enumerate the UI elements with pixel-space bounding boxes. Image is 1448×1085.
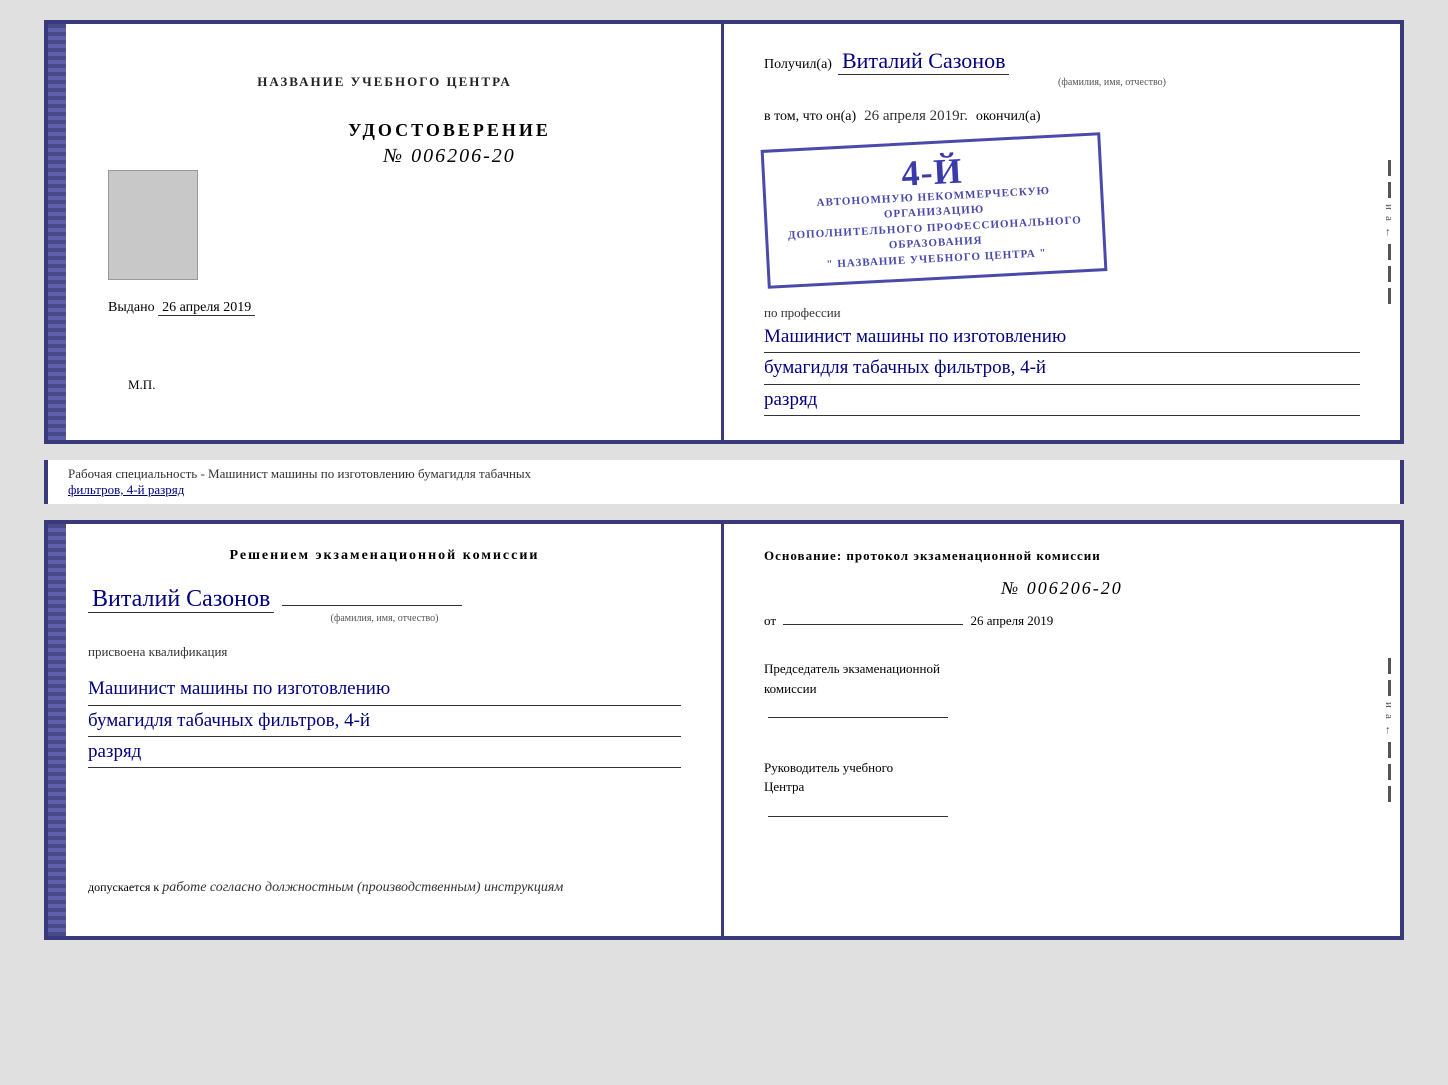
qualification-line3: разряд [88, 737, 681, 768]
side-marks-right: и а ← [1378, 24, 1400, 440]
profession-value-2: бумагидля табачных фильтров, 4-й [764, 353, 1360, 384]
certificate-title-block: УДОСТОВЕРЕНИЕ № 006206-20 [218, 120, 681, 168]
side-mark-bottom-arrow: ← [1383, 725, 1395, 736]
allowed-label-text: допускается к [88, 880, 159, 894]
side-mark-bottom-a: а [1383, 714, 1395, 719]
side-mark-1 [1388, 160, 1391, 176]
qualification-block: Машинист машины по изготовлению бумагидл… [88, 674, 681, 768]
side-marks-bottom-right: и а ← [1378, 524, 1400, 936]
decision-title: Решением экзаменационной комиссии [88, 548, 681, 564]
side-mark-4 [1388, 266, 1391, 282]
side-mark-text-arrow: ← [1383, 227, 1395, 238]
mp-label: М.П. [108, 377, 155, 402]
person-block: Виталий Сазонов (фамилия, имя, отчество) [88, 586, 681, 624]
side-mark-text-i: и [1383, 204, 1395, 210]
stamp-block: 4-Й АВТОНОМНУЮ НЕКОММЕРЧЕСКУЮ ОРГАНИЗАЦИ… [761, 132, 1108, 289]
bottom-certificate: Решением экзаменационной комиссии Витали… [44, 520, 1404, 940]
recipient-line: Получил(а) Виталий Сазонов (фамилия, имя… [764, 48, 1360, 88]
profession-value-1: Машинист машины по изготовлению [764, 322, 1360, 353]
side-mark-b1 [1388, 658, 1391, 674]
protocol-date-prefix: от [764, 613, 776, 628]
stamp-line4: " НАЗВАНИЕ УЧЕБНОГО ЦЕНТРА " [826, 247, 1047, 271]
label-strip-text: Рабочая специальность - Машинист машины … [68, 466, 531, 481]
chairman-signature-line [764, 704, 1360, 724]
recipient-sublabel: (фамилия, имя, отчество) [864, 77, 1360, 88]
spine-decoration-bottom-left [48, 524, 66, 936]
person-name: Виталий Сазонов [88, 586, 274, 613]
person-sublabel: (фамилия, имя, отчество) [88, 613, 681, 624]
assigned-label: присвоена квалификация [88, 644, 681, 660]
side-mark-b4 [1388, 764, 1391, 780]
profession-block: по профессии Машинист машины по изготовл… [764, 304, 1360, 416]
spine-decoration-left [48, 24, 66, 440]
side-mark-b5 [1388, 786, 1391, 802]
top-cert-left-page: НАЗВАНИЕ УЧЕБНОГО ЦЕНТРА УДОСТОВЕРЕНИЕ №… [48, 24, 724, 440]
profession-value-3: разряд [764, 385, 1360, 416]
issued-date: 26 апреля 2019 [158, 300, 255, 316]
director-signature-line [764, 803, 1360, 823]
side-mark-b2 [1388, 680, 1391, 696]
finished-label: окончил(а) [976, 109, 1041, 125]
director-block: Руководитель учебного Центра [764, 758, 1360, 823]
qualification-line2: бумагидля табачных фильтров, 4-й [88, 706, 681, 737]
side-mark-bottom-i: и [1383, 702, 1395, 708]
certificate-number: № 006206-20 [218, 145, 681, 168]
top-certificate: НАЗВАНИЕ УЧЕБНОГО ЦЕНТРА УДОСТОВЕРЕНИЕ №… [44, 20, 1404, 444]
bottom-cert-left-page: Решением экзаменационной комиссии Витали… [48, 524, 724, 936]
allowed-block: допускается к работе согласно должностны… [88, 880, 681, 912]
photo-placeholder [108, 170, 198, 280]
in-that-label: в том, что он(а) [764, 109, 856, 125]
protocol-date-line [783, 624, 963, 625]
person-name-line [282, 605, 462, 606]
protocol-date-row: от 26 апреля 2019 [764, 613, 1360, 629]
side-mark-2 [1388, 182, 1391, 198]
stamp-line3: ДОПОЛНИТЕЛЬНОГО ПРОФЕССИОНАЛЬНОГО ОБРАЗО… [788, 214, 1082, 252]
allowed-value: работе согласно должностным (производств… [162, 880, 563, 895]
received-label: Получил(а) [764, 57, 832, 73]
top-cert-right-page: Получил(а) Виталий Сазонов (фамилия, имя… [724, 24, 1400, 440]
issued-label: Выдано [108, 300, 155, 315]
side-mark-text-a: а [1383, 216, 1395, 221]
director-label-text: Руководитель учебного Центра [764, 760, 893, 795]
date-row: в том, что он(а) 26 апреля 2019г. окончи… [764, 108, 1360, 125]
side-mark-3 [1388, 244, 1391, 260]
qualification-line1: Машинист машины по изготовлению [88, 674, 681, 705]
issued-block: Выдано 26 апреля 2019 [108, 300, 681, 316]
basis-label: Основание: протокол экзаменационной коми… [764, 548, 1360, 564]
protocol-date-value: 26 апреля 2019 [971, 613, 1054, 628]
certificate-word: УДОСТОВЕРЕНИЕ [218, 120, 681, 141]
side-mark-5 [1388, 288, 1391, 304]
bottom-cert-right-page: Основание: протокол экзаменационной коми… [724, 524, 1400, 936]
completion-date: 26 апреля 2019г. [864, 108, 968, 125]
profession-label: по профессии [764, 305, 841, 320]
recipient-name: Виталий Сазонов [838, 48, 1009, 75]
label-strip: Рабочая специальность - Машинист машины … [44, 460, 1404, 504]
chairman-block: Председатель экзаменационной комиссии [764, 659, 1360, 724]
training-center-name-top: НАЗВАНИЕ УЧЕБНОГО ЦЕНТРА [257, 74, 512, 90]
protocol-number: № 006206-20 [764, 578, 1360, 599]
chairman-label-text: Председатель экзаменационной комиссии [764, 661, 940, 696]
label-strip-underlined: фильтров, 4-й разряд [68, 482, 184, 497]
side-mark-b3 [1388, 742, 1391, 758]
